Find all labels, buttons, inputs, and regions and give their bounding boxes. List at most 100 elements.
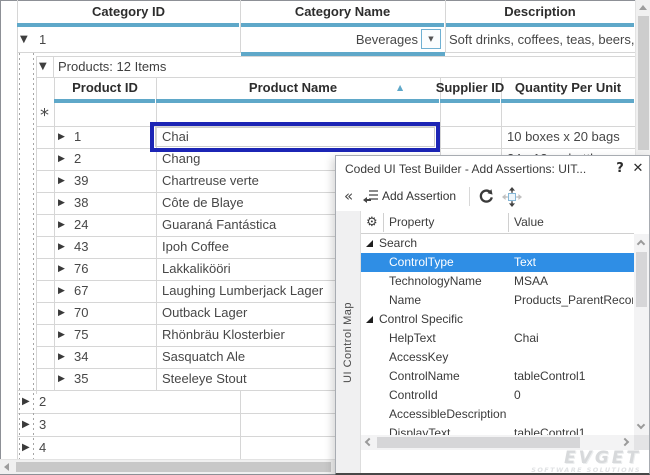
property-column-header[interactable]: Property [389, 211, 434, 234]
expand-row-icon[interactable]: ▶ [58, 192, 65, 214]
column-header-description[interactable]: Description [445, 0, 635, 23]
expand-row-icon[interactable]: ▶ [58, 214, 65, 236]
coded-ui-test-builder-dialog: Coded UI Test Builder - Add Assertions: … [335, 155, 650, 475]
refresh-icon[interactable] [477, 188, 494, 205]
collapse-row-icon[interactable]: ▼ [20, 27, 28, 52]
product-name-cell[interactable]: Lakkalikööri [162, 258, 231, 280]
column-header-product-id[interactable]: Product ID [54, 77, 156, 99]
quantity-cell[interactable]: 10 boxes x 20 bags [507, 126, 620, 148]
horizontal-scrollbar-thumb[interactable] [16, 462, 331, 472]
product-name-cell[interactable]: Ipoh Coffee [162, 236, 229, 258]
expand-row-icon[interactable]: ▶ [58, 280, 65, 302]
property-row[interactable]: HelpText Chai [361, 329, 634, 348]
product-id-cell[interactable]: 39 [74, 170, 88, 192]
scroll-left-icon[interactable] [365, 438, 373, 446]
description-cell[interactable]: Soft drinks, coffees, teas, beers, and [449, 27, 635, 52]
property-name: AccessibleDescription [389, 405, 515, 424]
expand-row-icon[interactable]: ▶ [58, 126, 65, 148]
expand-row-icon[interactable]: ▶ [58, 346, 65, 368]
vertical-scrollbar-thumb[interactable] [638, 16, 649, 150]
product-id-cell[interactable]: 43 [74, 236, 88, 258]
column-header-product-name[interactable]: Product Name [156, 77, 430, 99]
scroll-right-icon[interactable] [621, 438, 629, 446]
help-icon[interactable]: ? [612, 156, 628, 182]
product-id-cell[interactable]: 1 [74, 126, 81, 148]
new-row-icon[interactable]: * [40, 105, 49, 126]
ui-control-map-tab[interactable]: UI Control Map [336, 211, 361, 473]
column-header-quantity-per-unit[interactable]: Quantity Per Unit [501, 77, 635, 99]
scroll-down-icon[interactable] [637, 421, 645, 429]
property-row[interactable]: ControlName tableControl1 [361, 367, 634, 386]
property-group-row[interactable]: Control Specific [361, 310, 634, 329]
watermark-logo: EVGET [531, 448, 641, 468]
property-row[interactable]: DisplayText tableControl1 [361, 424, 634, 435]
value-column-header[interactable]: Value [514, 211, 544, 234]
dialog-horizontal-scrollbar[interactable] [361, 435, 634, 450]
add-assertion-button[interactable]: Add Assertion [382, 182, 456, 211]
product-id-cell[interactable]: 35 [74, 368, 88, 390]
horizontal-scrollbar-thumb[interactable] [377, 437, 580, 448]
product-name-cell[interactable]: Rhönbräu Klosterbier [162, 324, 285, 346]
expand-row-icon[interactable]: ▶ [22, 390, 30, 413]
property-grid: Search ControlType Text TechnologyName M… [361, 234, 634, 435]
collapse-band-icon[interactable]: ▼ [39, 56, 47, 77]
category-name-cell[interactable]: Beverages [240, 27, 418, 52]
column-header-category-name[interactable]: Category Name [240, 0, 445, 23]
scroll-up-icon[interactable] [637, 240, 645, 248]
group-expanded-icon[interactable] [366, 316, 373, 323]
column-header-category-id[interactable]: Category ID [17, 0, 240, 23]
sort-ascending-icon[interactable]: ▲ [397, 77, 403, 99]
expand-row-icon[interactable]: ▶ [22, 436, 30, 459]
expand-row-icon[interactable]: ▶ [58, 368, 65, 390]
scroll-left-icon[interactable] [4, 463, 9, 471]
product-id-cell[interactable]: 76 [74, 258, 88, 280]
product-name-cell[interactable]: Outback Lager [162, 302, 247, 324]
property-value: Text [514, 253, 633, 272]
watermark-tagline: SOFTWARE SOLUTIONS [531, 466, 641, 474]
product-id-cell[interactable]: 2 [74, 148, 81, 170]
product-id-cell[interactable]: 38 [74, 192, 88, 214]
property-row-selected[interactable]: ControlType Text [361, 253, 634, 272]
close-icon[interactable]: ✕ [630, 156, 646, 182]
product-name-cell[interactable]: Sasquatch Ale [162, 346, 245, 368]
product-name-cell[interactable]: Steeleye Stout [162, 368, 247, 390]
product-id-cell[interactable]: 67 [74, 280, 88, 302]
expand-row-icon[interactable]: ▶ [22, 413, 30, 436]
property-row[interactable]: ControlId 0 [361, 386, 634, 405]
product-id-cell[interactable]: 70 [74, 302, 88, 324]
category-id-cell[interactable]: 4 [39, 436, 46, 459]
scroll-up-icon[interactable] [639, 5, 647, 10]
crosshair-picker-icon[interactable] [502, 187, 522, 207]
category-id-cell[interactable]: 1 [39, 27, 46, 52]
dialog-vertical-scrollbar[interactable] [634, 234, 649, 435]
category-id-cell[interactable]: 2 [39, 390, 46, 413]
property-row[interactable]: AccessibleDescription [361, 405, 634, 424]
toolbar-separator [469, 187, 470, 206]
product-id-cell[interactable]: 34 [74, 346, 88, 368]
property-row[interactable]: TechnologyName MSAA [361, 272, 634, 291]
expand-row-icon[interactable]: ▶ [58, 148, 65, 170]
property-name: TechnologyName [389, 272, 515, 291]
property-group-row[interactable]: Search [361, 234, 634, 253]
product-name-cell[interactable]: Côte de Blaye [162, 192, 244, 214]
expand-row-icon[interactable]: ▶ [58, 324, 65, 346]
property-name: Name [389, 291, 515, 310]
expand-row-icon[interactable]: ▶ [58, 236, 65, 258]
expand-row-icon[interactable]: ▶ [58, 170, 65, 192]
add-assertion-icon [363, 188, 379, 204]
property-row[interactable]: Name Products_ParentRecor [361, 291, 634, 310]
category-name-dropdown-button[interactable]: ▼ [421, 29, 441, 49]
product-name-cell[interactable]: Laughing Lumberjack Lager [162, 280, 323, 302]
expand-row-icon[interactable]: ▶ [58, 258, 65, 280]
product-name-cell[interactable]: Chartreuse verte [162, 170, 259, 192]
collapse-panel-icon[interactable]: « [344, 182, 353, 211]
product-id-cell[interactable]: 75 [74, 324, 88, 346]
vertical-scrollbar-thumb[interactable] [636, 252, 647, 307]
category-id-cell[interactable]: 3 [39, 413, 46, 436]
product-name-cell[interactable]: Guaraná Fantástica [162, 214, 276, 236]
expand-row-icon[interactable]: ▶ [58, 302, 65, 324]
group-expanded-icon[interactable] [366, 240, 373, 247]
gear-icon[interactable]: ⚙ [366, 211, 378, 234]
property-row[interactable]: AccessKey [361, 348, 634, 367]
product-id-cell[interactable]: 24 [74, 214, 88, 236]
